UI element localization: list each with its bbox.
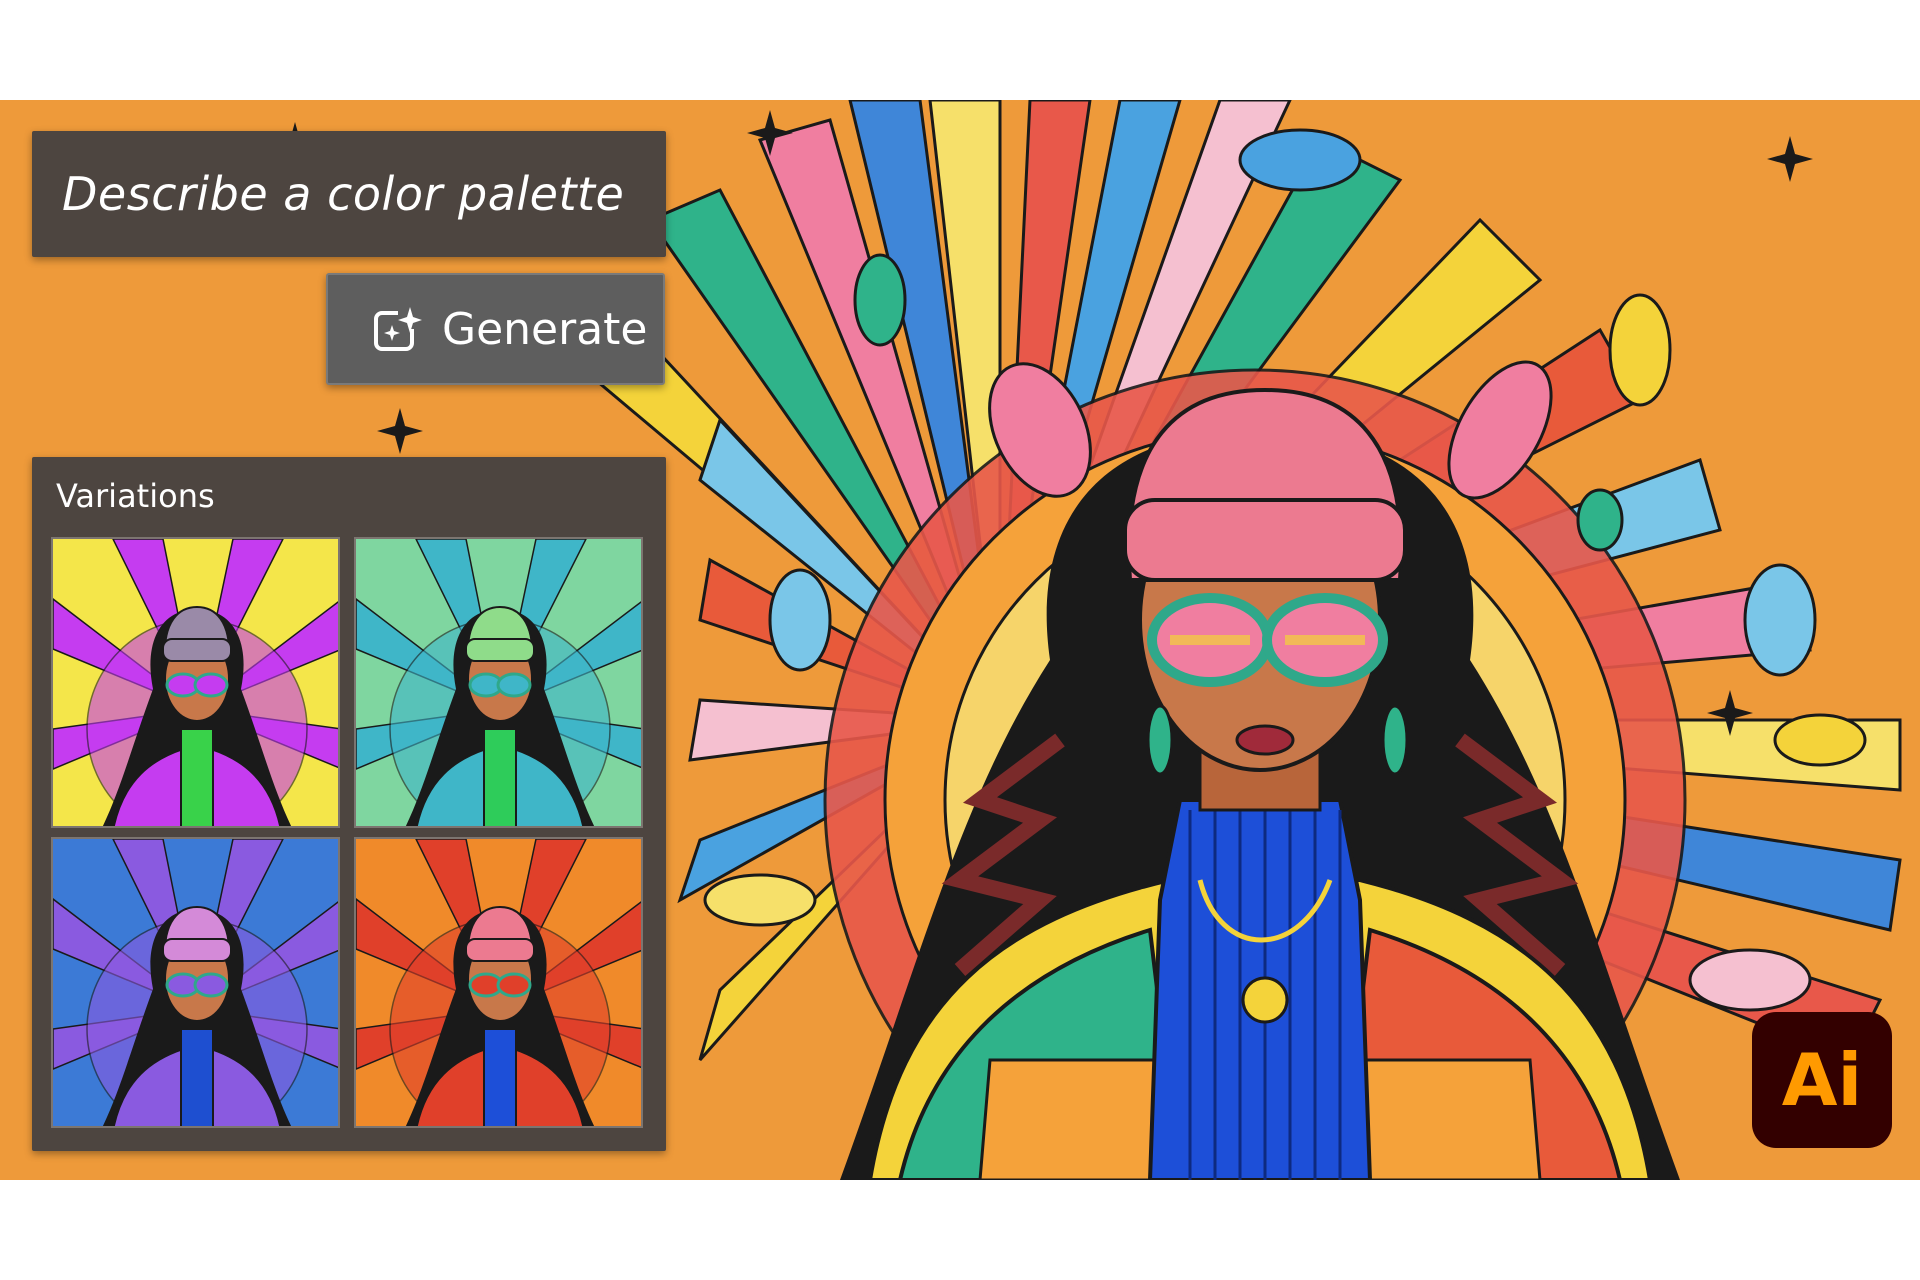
- variation-thumbnail[interactable]: [354, 537, 643, 828]
- prompt-input[interactable]: Describe a color palette: [32, 131, 666, 257]
- prompt-text: Describe a color palette: [62, 167, 625, 221]
- generate-button[interactable]: Generate: [326, 273, 665, 385]
- sparkle-frame-icon: [374, 305, 422, 351]
- generate-label: Generate: [442, 303, 648, 355]
- illustrator-logo: Ai: [1752, 1012, 1892, 1148]
- variation-thumbnail[interactable]: [51, 537, 340, 828]
- logo-text: Ai: [1781, 1038, 1863, 1122]
- variation-thumbnail[interactable]: [354, 837, 643, 1128]
- variations-panel: Variations: [32, 457, 666, 1151]
- variations-title: Variations: [56, 477, 215, 515]
- variation-thumbnail[interactable]: [51, 837, 340, 1128]
